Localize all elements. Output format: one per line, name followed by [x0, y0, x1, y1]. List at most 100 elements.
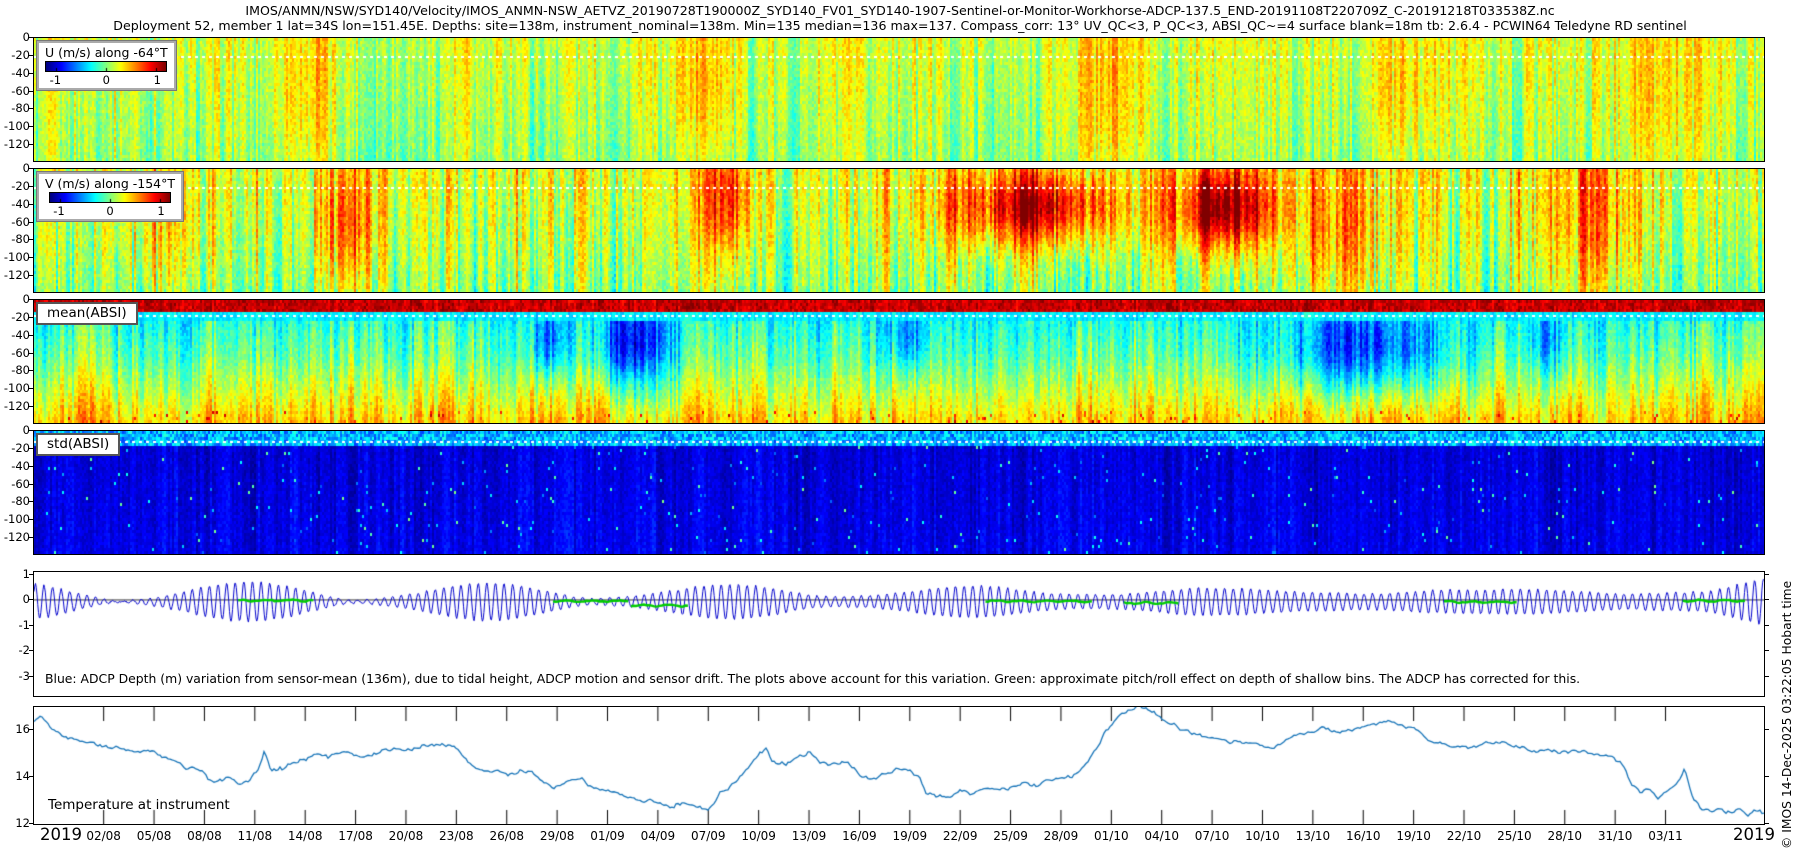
- x-tick-label-date: 16/10: [1345, 829, 1381, 843]
- x-tick-label-date: 08/08: [187, 829, 222, 843]
- colorbar-tick-label: 1: [157, 204, 165, 218]
- x-tick-label-date: 16/09: [842, 829, 877, 843]
- y-tick-label: 0: [22, 592, 30, 607]
- x-tick-label-date: 28/09: [1043, 829, 1079, 843]
- y-tick-label: -40: [11, 65, 30, 80]
- y-tick-mark: [29, 729, 33, 731]
- y-tick-mark: [29, 37, 33, 38]
- x-tick-label-date: 07/09: [690, 829, 726, 843]
- x-tick-label-date: 23/08: [439, 829, 474, 843]
- x-tick-label-date: 10/10: [1245, 829, 1280, 843]
- figure-subtitle-deployment: Deployment 52, member 1 lat=34S lon=151.…: [113, 18, 1687, 33]
- mean-absi-label: mean(ABSI): [36, 302, 138, 325]
- y-tick-mark: [29, 334, 33, 336]
- x-tick-label-date: 26/08: [489, 829, 525, 843]
- y-tick-label: 0: [22, 161, 30, 175]
- y-tick-mark-right: [1765, 775, 1769, 777]
- y-tick-mark: [29, 519, 33, 521]
- y-tick-mark: [29, 573, 33, 575]
- y-tick-label: -40: [11, 196, 30, 211]
- y-tick-label: -80: [11, 232, 30, 247]
- x-tick-label-date: 31/10: [1597, 829, 1633, 843]
- v-colorbar-legend: V (m/s) along -154°T -1 0 1: [35, 171, 185, 222]
- y-tick-label: -80: [11, 363, 30, 378]
- y-tick-mark: [29, 126, 33, 128]
- y-tick-label: -60: [11, 345, 30, 360]
- y-tick-label: -20: [11, 47, 30, 62]
- x-tick-label-date: 19/09: [892, 829, 928, 843]
- y-tick-label: -100: [3, 512, 30, 527]
- y-tick-mark: [29, 221, 33, 223]
- y-tick-mark-right: [1765, 650, 1769, 652]
- y-tick-mark: [29, 144, 33, 146]
- y-tick-mark-right: [1765, 729, 1769, 731]
- colorbar-tick-label: 0: [106, 204, 114, 218]
- panel-temperature: [33, 706, 1765, 825]
- y-tick-mark: [29, 370, 33, 372]
- u-velocity-heatmap: [34, 38, 1764, 161]
- x-tick-label-date: 04/09: [640, 829, 676, 843]
- year-label-left: 2019: [40, 825, 82, 844]
- y-tick-label: -100: [3, 119, 30, 134]
- y-tick-mark: [29, 239, 33, 241]
- depth-variation-caption: Blue: ADCP Depth (m) variation from sens…: [45, 671, 1581, 686]
- y-tick-mark: [29, 822, 33, 824]
- y-tick-mark-right: [1765, 624, 1769, 626]
- x-tick-label-date: 25/10: [1497, 829, 1532, 843]
- y-tick-mark: [29, 352, 33, 354]
- y-tick-label: 12: [15, 815, 30, 830]
- y-tick-mark: [29, 185, 33, 187]
- y-tick-mark: [29, 406, 33, 408]
- x-tick-label-date: 01/10: [1094, 829, 1129, 843]
- x-tick-label-date: 04/10: [1144, 829, 1179, 843]
- x-tick-label-date: 03/11: [1648, 829, 1683, 843]
- u-colorbar-ticks: -1 0 1: [45, 72, 167, 87]
- y-tick-mark: [29, 72, 33, 74]
- x-tick-label-date: 25/09: [993, 829, 1028, 843]
- std-absi-heatmap: [34, 431, 1764, 554]
- panel-std-absi: std(ABSI): [33, 430, 1765, 555]
- y-tick-mark: [29, 108, 33, 110]
- y-tick-label: -80: [11, 101, 30, 116]
- y-tick-label: 0: [22, 423, 30, 437]
- y-tick-mark: [29, 388, 33, 390]
- y-tick-mark: [29, 675, 33, 677]
- x-tick-label-date: 07/10: [1194, 829, 1230, 843]
- y-tick-mark: [29, 465, 33, 467]
- colorbar-tick-label: -1: [53, 204, 65, 218]
- y-tick-label: -120: [3, 530, 30, 545]
- panel-v-velocity: V (m/s) along -154°T -1 0 1: [33, 168, 1765, 293]
- x-tick-label-date: 13/09: [791, 829, 827, 843]
- y-tick-label: -120: [3, 137, 30, 152]
- y-tick-mark: [29, 624, 33, 626]
- y-tick-mark: [29, 501, 33, 503]
- y-tick-label: -2: [18, 643, 30, 658]
- adcp-summary-figure: IMOS/ANMN/NSW/SYD140/Velocity/IMOS_ANMN-…: [0, 0, 1800, 850]
- x-tick-label-date: 10/09: [741, 829, 776, 843]
- y-tick-mark: [29, 257, 33, 259]
- y-tick-label: -60: [11, 476, 30, 491]
- panel-mean-absi: mean(ABSI): [33, 299, 1765, 424]
- y-tick-label: -100: [3, 381, 30, 396]
- x-tick-label-date: 13/10: [1295, 829, 1331, 843]
- y-tick-label: -1: [18, 617, 30, 632]
- y-tick-label: -120: [3, 268, 30, 283]
- y-tick-label: -40: [11, 327, 30, 342]
- y-tick-mark-right: [1765, 822, 1769, 824]
- y-tick-label: -80: [11, 494, 30, 509]
- x-tick-label-date: 11/08: [237, 829, 273, 843]
- y-tick-mark: [29, 168, 33, 169]
- y-tick-mark: [29, 447, 33, 449]
- y-tick-mark: [29, 537, 33, 539]
- colorbar-tick-label: 1: [153, 73, 161, 87]
- y-tick-mark-right: [1765, 599, 1769, 601]
- y-tick-mark: [29, 430, 33, 431]
- y-tick-mark: [29, 203, 33, 205]
- std-absi-label: std(ABSI): [36, 433, 121, 456]
- y-tick-mark-right: [1765, 675, 1769, 677]
- year-label-right: 2019: [1733, 825, 1775, 844]
- temperature-lineplot: [34, 707, 1764, 824]
- x-tick-label-date: 05/08: [136, 829, 172, 843]
- x-tick-label-date: 29/08: [539, 829, 575, 843]
- x-tick-label-date: 28/10: [1547, 829, 1583, 843]
